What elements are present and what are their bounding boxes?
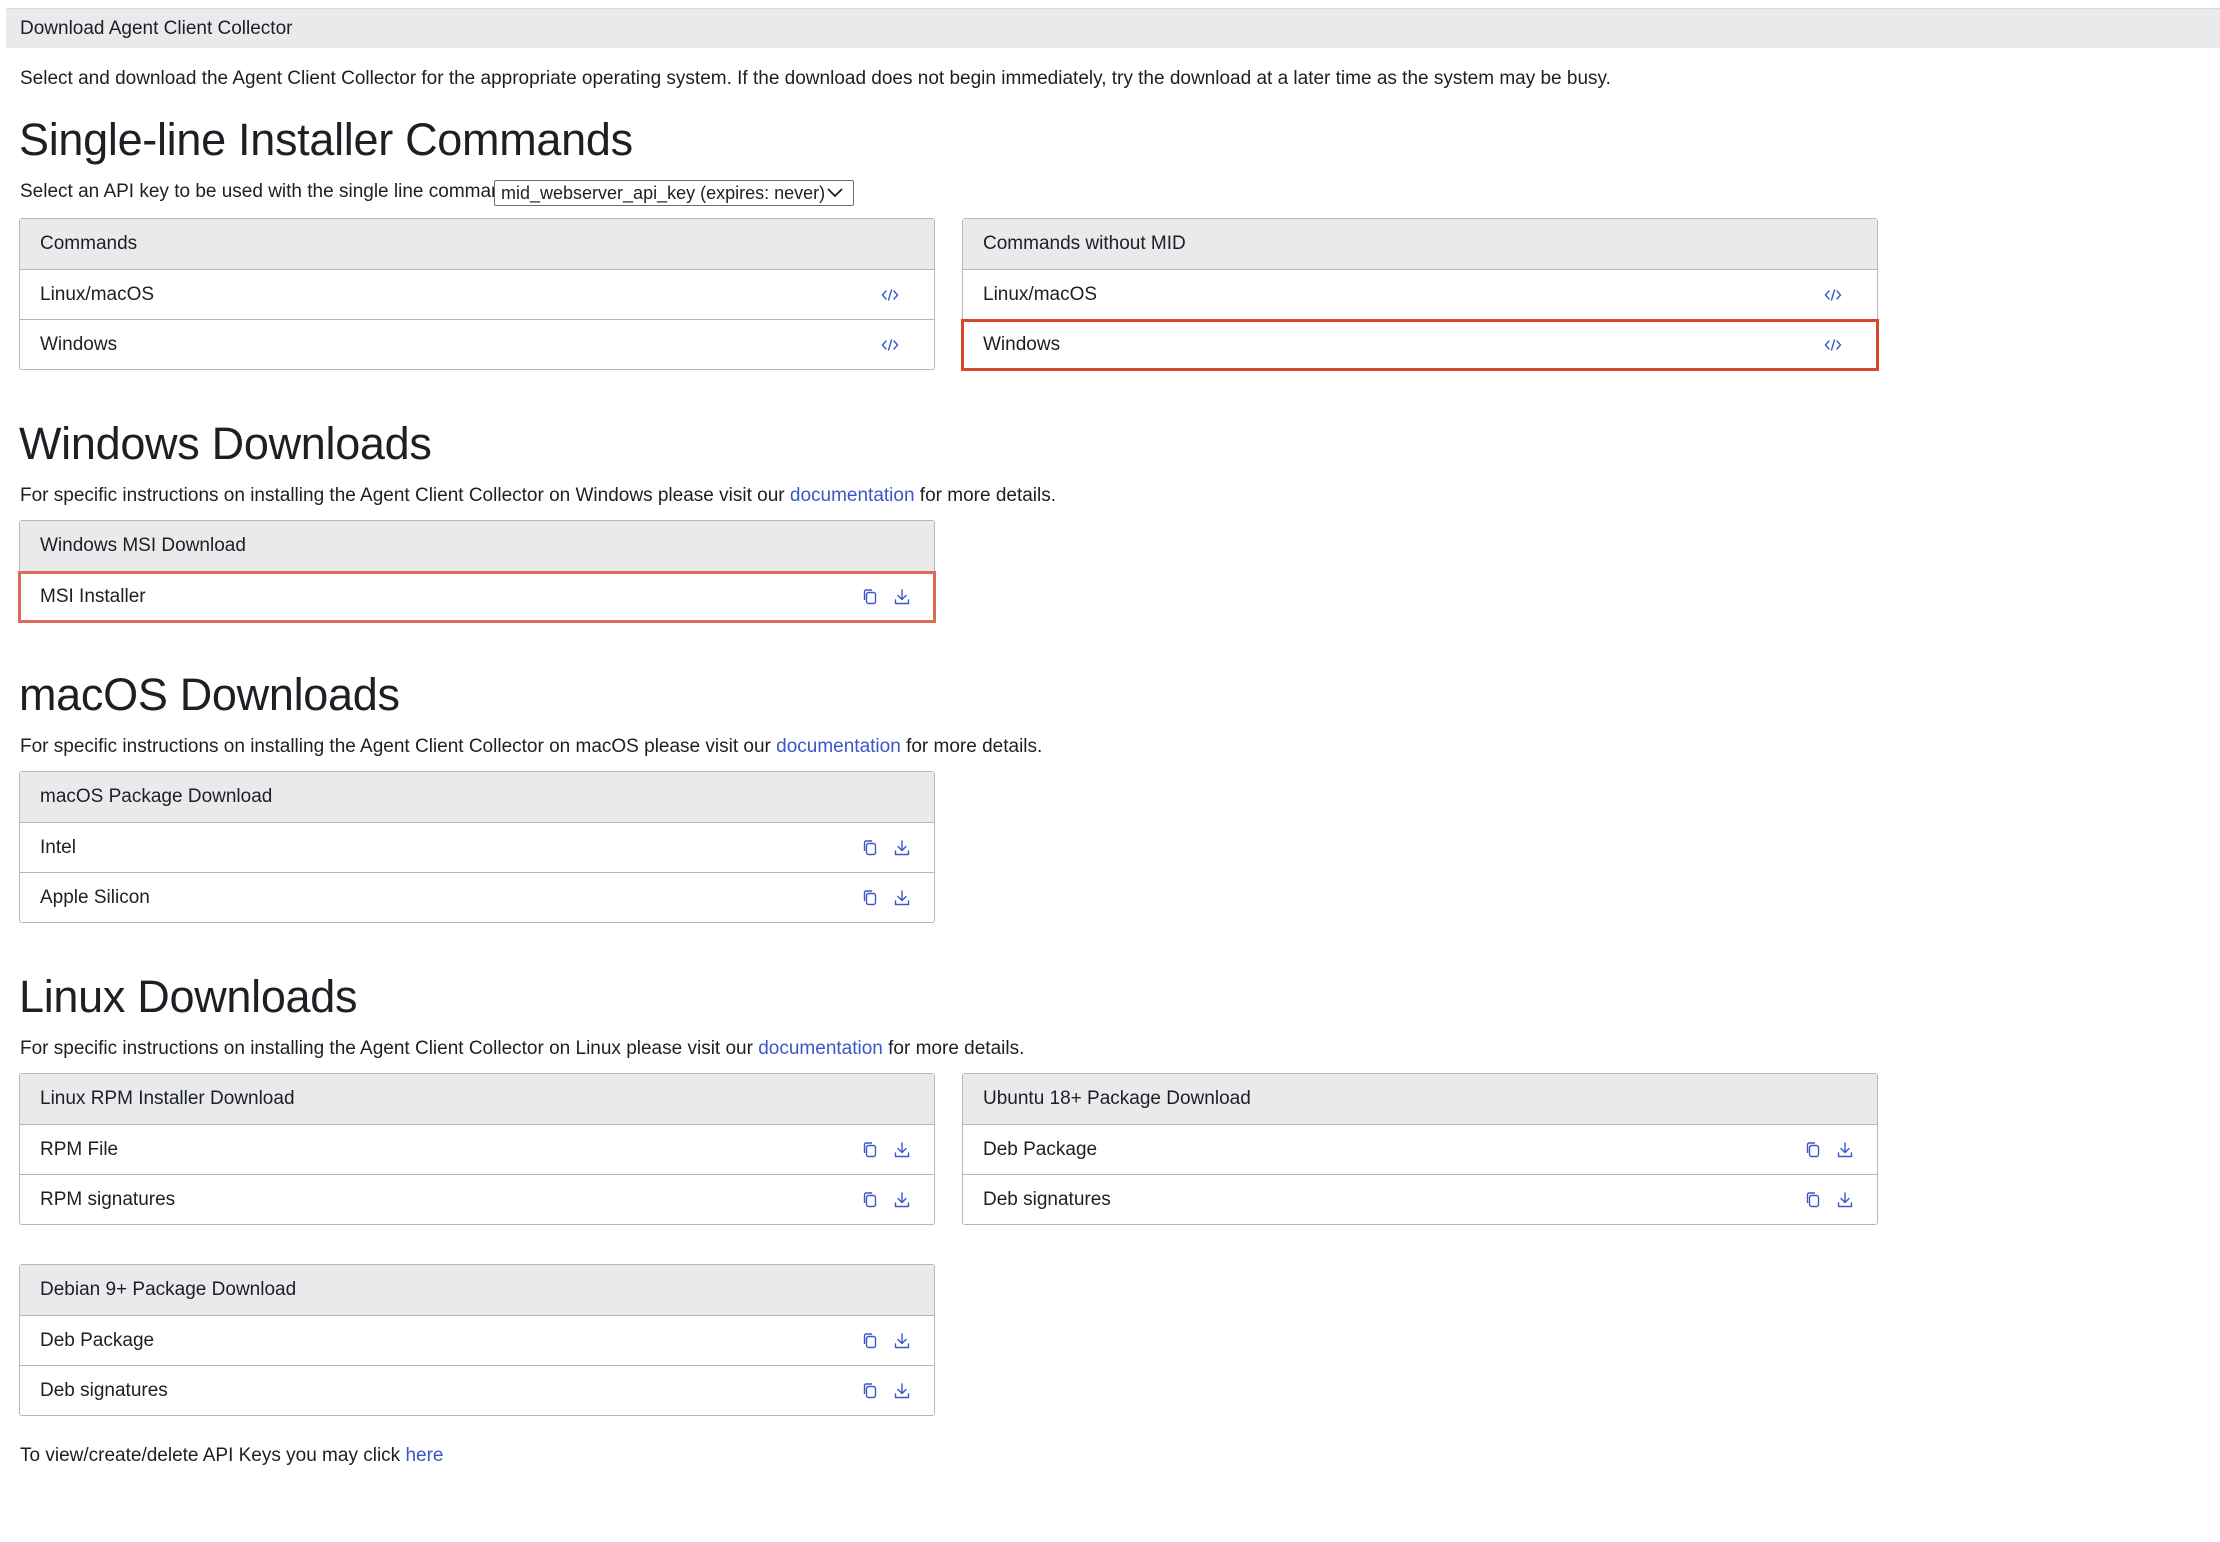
row-label: Intel: [40, 837, 76, 858]
download-icon[interactable]: [892, 888, 912, 908]
row-label: Linux/macOS: [983, 284, 1098, 305]
windows-desc-suffix: for more details.: [914, 485, 1057, 506]
rpm-signatures-row: RPM signatures: [20, 1175, 934, 1224]
ubuntu-package-panel-title: Ubuntu 18+ Package Download: [963, 1074, 1877, 1125]
download-icon[interactable]: [892, 1140, 912, 1160]
api-key-select-value: mid_webserver_api_key (expires: never): [501, 183, 826, 203]
code-icon[interactable]: [1823, 335, 1843, 355]
row-label: Windows: [40, 334, 118, 355]
commands-no-mid-panel-title: Commands without MID: [963, 219, 1877, 270]
copy-icon[interactable]: [860, 1190, 880, 1210]
debian-package-panel-title: Debian 9+ Package Download: [20, 1265, 934, 1316]
row-label: Apple Silicon: [40, 887, 150, 908]
macos-documentation-link[interactable]: documentation: [776, 736, 901, 757]
ubuntu-deb-package-row: Deb Package: [963, 1125, 1877, 1175]
single-line-heading: Single-line Installer Commands: [19, 114, 633, 165]
copy-icon[interactable]: [1803, 1190, 1823, 1210]
linux-documentation-link[interactable]: documentation: [758, 1038, 883, 1059]
api-keys-link[interactable]: here: [405, 1445, 443, 1466]
copy-icon[interactable]: [860, 587, 880, 607]
ubuntu-package-panel: Ubuntu 18+ Package Download Deb Package …: [962, 1073, 1878, 1225]
download-icon[interactable]: [892, 838, 912, 858]
linux-heading: Linux Downloads: [19, 971, 358, 1022]
download-icon[interactable]: [1835, 1190, 1855, 1210]
command-no-mid-row-linux-macos: Linux/macOS: [963, 270, 1877, 320]
row-label: Windows: [983, 334, 1061, 355]
macos-heading: macOS Downloads: [19, 669, 400, 720]
intro-text: Select and download the Agent Client Col…: [20, 68, 1611, 89]
row-label: MSI Installer: [40, 586, 146, 607]
page: Download Agent Client Collector Select a…: [0, 0, 2220, 1542]
macos-desc-suffix: for more details.: [900, 736, 1043, 757]
code-icon[interactable]: [880, 285, 900, 305]
windows-desc-text: For specific instructions on installing …: [20, 485, 790, 506]
copy-icon[interactable]: [1803, 1140, 1823, 1160]
download-icon[interactable]: [892, 587, 912, 607]
macos-intel-row: Intel: [20, 823, 934, 873]
copy-icon[interactable]: [860, 838, 880, 858]
api-key-select[interactable]: mid_webserver_api_key (expires: never): [494, 180, 854, 206]
api-key-label: Select an API key to be used with the si…: [20, 181, 518, 202]
copy-icon[interactable]: [860, 1331, 880, 1351]
download-icon[interactable]: [892, 1331, 912, 1351]
ubuntu-deb-signatures-row: Deb signatures: [963, 1175, 1877, 1224]
row-label: RPM File: [40, 1139, 119, 1160]
commands-panel: Commands Linux/macOS Windows: [19, 218, 935, 370]
linux-description: For specific instructions on installing …: [20, 1038, 1024, 1060]
linux-desc-text: For specific instructions on installing …: [20, 1038, 759, 1059]
windows-msi-panel: Windows MSI Download MSI Installer: [18, 520, 936, 623]
footer-label: To view/create/delete API Keys you may c…: [20, 1445, 406, 1466]
copy-icon[interactable]: [860, 888, 880, 908]
chevron-down-icon: [825, 184, 845, 202]
footer-text: To view/create/delete API Keys you may c…: [20, 1445, 443, 1467]
msi-installer-row: MSI Installer: [18, 571, 936, 623]
macos-package-panel: macOS Package Download Intel Apple Silic…: [19, 771, 935, 923]
row-label: Linux/macOS: [40, 284, 155, 305]
commands-no-mid-panel: Commands without MID Linux/macOS Windows: [961, 218, 1879, 371]
windows-description: For specific instructions on installing …: [20, 485, 1056, 507]
code-icon[interactable]: [1823, 285, 1843, 305]
commands-panel-title: Commands: [20, 219, 934, 270]
linux-rpm-panel: Linux RPM Installer Download RPM File RP…: [19, 1073, 935, 1225]
download-icon[interactable]: [892, 1190, 912, 1210]
row-label: Deb Package: [40, 1330, 155, 1351]
window-title: Download Agent Client Collector: [6, 8, 2220, 48]
macos-desc-text: For specific instructions on installing …: [20, 736, 777, 757]
download-icon[interactable]: [892, 1381, 912, 1401]
macos-apple-silicon-row: Apple Silicon: [20, 873, 934, 922]
debian-package-panel: Debian 9+ Package Download Deb Package D…: [19, 1264, 935, 1416]
row-label: Deb signatures: [40, 1380, 168, 1401]
download-icon[interactable]: [1835, 1140, 1855, 1160]
row-label: RPM signatures: [40, 1189, 176, 1210]
linux-rpm-panel-title: Linux RPM Installer Download: [20, 1074, 934, 1125]
rpm-file-row: RPM File: [20, 1125, 934, 1175]
windows-msi-panel-title: Windows MSI Download: [20, 521, 934, 572]
macos-package-panel-title: macOS Package Download: [20, 772, 934, 823]
code-icon[interactable]: [880, 335, 900, 355]
linux-desc-suffix: for more details.: [882, 1038, 1025, 1059]
windows-documentation-link[interactable]: documentation: [790, 485, 915, 506]
command-no-mid-row-windows: Windows: [961, 319, 1879, 371]
copy-icon[interactable]: [860, 1381, 880, 1401]
macos-description: For specific instructions on installing …: [20, 736, 1042, 758]
debian-deb-signatures-row: Deb signatures: [20, 1366, 934, 1415]
row-label: Deb signatures: [983, 1189, 1111, 1210]
debian-deb-package-row: Deb Package: [20, 1316, 934, 1366]
copy-icon[interactable]: [860, 1140, 880, 1160]
command-row-linux-macos: Linux/macOS: [20, 270, 934, 320]
command-row-windows: Windows: [20, 320, 934, 369]
windows-heading: Windows Downloads: [19, 418, 432, 469]
row-label: Deb Package: [983, 1139, 1098, 1160]
